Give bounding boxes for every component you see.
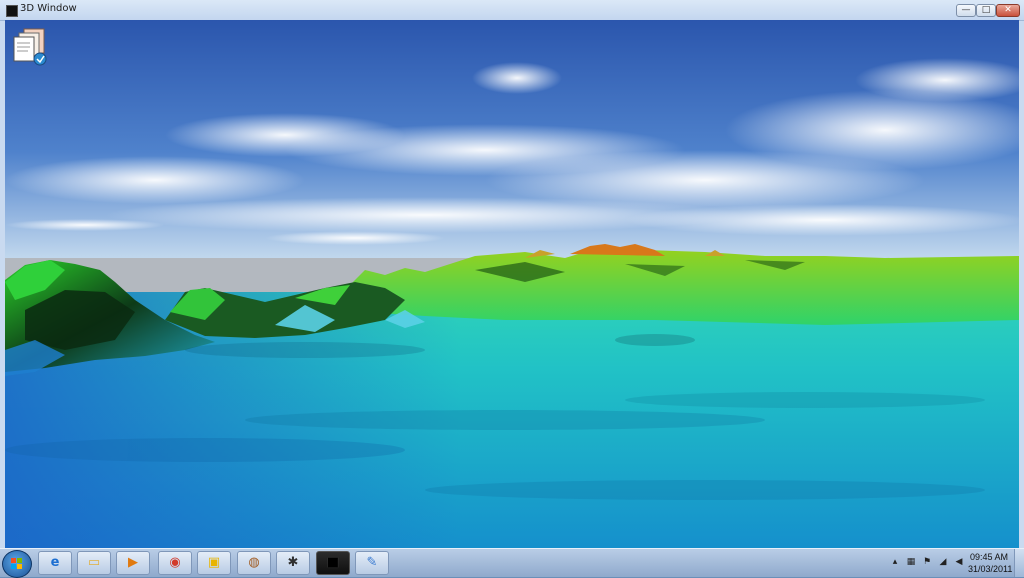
document-stack-icon[interactable]: [10, 27, 50, 67]
taskbar-media-button[interactable]: ▶: [116, 551, 150, 575]
internet-explorer-icon: e: [50, 555, 60, 570]
taskbar-3d-window-button[interactable]: ■: [316, 551, 350, 575]
taskbar-ie-button[interactable]: e: [38, 551, 72, 575]
window-title: 3D Window: [20, 3, 77, 14]
3d-viewport[interactable]: [5, 20, 1019, 548]
start-button[interactable]: [2, 550, 32, 578]
windows-flag-icon: [11, 558, 22, 569]
taskbar: e ▭ ▶ ◉ ▣ ◍ ✱ ■ ✎ ▴ ▦ ⚑ ◢ ◀ 09:45 AM 31/…: [0, 548, 1024, 578]
title-bar[interactable]: 3D Window — □ ✕: [0, 0, 1024, 21]
arrow-up-icon[interactable]: ▴: [890, 557, 900, 567]
show-desktop-button[interactable]: [1014, 549, 1024, 577]
app-window: 3D Window — □ ✕: [0, 0, 1024, 548]
terrain-scene: [5, 20, 1019, 548]
clock[interactable]: 09:45 AM 31/03/2011: [968, 551, 1013, 575]
black-square-icon: [6, 5, 18, 17]
insect-icon: ✱: [287, 555, 299, 570]
taskbar-explorer-button[interactable]: ▭: [77, 551, 111, 575]
clock-date: 31/03/2011: [968, 564, 1013, 574]
3d-window-icon: ■: [326, 555, 340, 570]
close-button[interactable]: ✕: [996, 4, 1020, 17]
folder-icon: ▭: [87, 555, 101, 570]
maximize-button[interactable]: □: [976, 4, 996, 17]
speaker-icon[interactable]: ◀: [954, 557, 964, 567]
close-icon: ✕: [1004, 5, 1012, 15]
clock-time: 09:45 AM: [969, 552, 1009, 562]
taskbar-chrome-button[interactable]: ◉: [158, 551, 192, 575]
taskbar-yellow-app-button[interactable]: ▣: [197, 551, 231, 575]
taskbar-insect-button[interactable]: ✱: [276, 551, 310, 575]
paint-icon: ✎: [366, 555, 378, 570]
minimize-button[interactable]: —: [956, 4, 976, 17]
taskbar-ball-button[interactable]: ◍: [237, 551, 271, 575]
yellow-app-icon: ▣: [207, 555, 221, 570]
flag-icon[interactable]: ⚑: [922, 557, 932, 567]
signal-icon[interactable]: ◢: [938, 557, 948, 567]
network-icon[interactable]: ▦: [906, 557, 916, 567]
taskbar-paint-button[interactable]: ✎: [355, 551, 389, 575]
maximize-icon: □: [981, 5, 991, 15]
minimize-icon: —: [961, 5, 971, 15]
media-player-icon: ▶: [128, 555, 138, 570]
chrome-icon: ◉: [169, 555, 181, 570]
striped-ball-icon: ◍: [248, 555, 260, 570]
